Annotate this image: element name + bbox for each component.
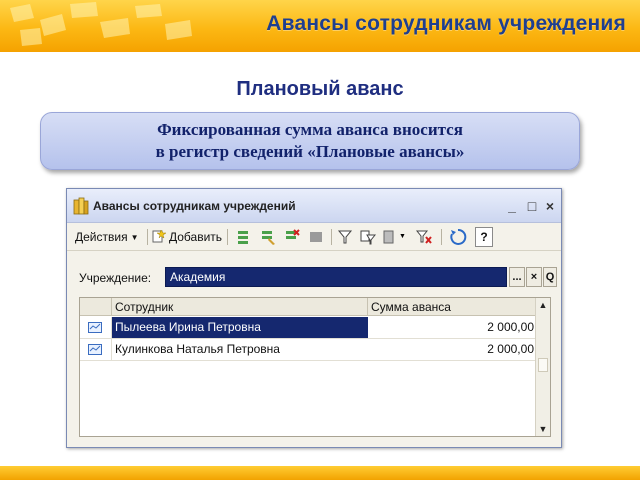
amount-cell: 2 000,00 xyxy=(487,342,534,356)
app-window: Авансы сотрудникам учреждений _ □ × Дейс… xyxy=(66,188,562,448)
toolbar-separator xyxy=(441,229,442,245)
edit-row-icon[interactable] xyxy=(259,228,277,246)
actions-menu-button[interactable]: Действия ▼ xyxy=(75,227,139,247)
toolbar-separator xyxy=(147,229,148,245)
slide: Авансы сотрудникам учреждения Плановый а… xyxy=(0,0,640,480)
vertical-scrollbar[interactable]: ▲ ▼ xyxy=(535,298,550,436)
advances-table: Сотрудник Сумма аванса Пылеева Ирина Пет… xyxy=(79,297,551,437)
actions-label: Действия xyxy=(75,230,128,244)
info-callout: Фиксированная сумма аванса вносится в ре… xyxy=(40,112,580,170)
minimize-button[interactable]: _ xyxy=(503,197,521,215)
institution-field[interactable]: Академия xyxy=(165,267,507,287)
table-row[interactable]: Кулинкова Наталья Петровна 2 000,00 xyxy=(80,339,536,361)
employee-cell: Кулинкова Наталья Петровна xyxy=(115,342,280,356)
page-title: Авансы сотрудникам учреждения xyxy=(266,12,626,35)
scroll-thumb[interactable] xyxy=(538,358,548,372)
dropdown-arrow-icon: ▼ xyxy=(130,232,139,242)
add-label: Добавить xyxy=(169,230,223,244)
toolbar-separator xyxy=(331,229,332,245)
grid-icon[interactable] xyxy=(307,228,325,246)
window-titlebar[interactable]: Авансы сотрудникам учреждений _ □ × xyxy=(67,189,561,223)
section-subtitle: Плановый аванс xyxy=(236,78,404,100)
row-icon-cell xyxy=(80,317,112,338)
search-button[interactable]: Q xyxy=(543,267,557,287)
clear-button[interactable]: × xyxy=(526,267,542,287)
help-button[interactable]: ? xyxy=(475,227,493,247)
select-button[interactable]: ... xyxy=(509,267,525,287)
clear-filter-icon[interactable] xyxy=(415,228,433,246)
record-icon xyxy=(88,322,102,333)
scroll-up-icon[interactable]: ▲ xyxy=(536,298,550,312)
table-header: Сотрудник Сумма аванса xyxy=(80,298,536,316)
add-icon xyxy=(152,229,167,243)
maximize-button[interactable]: □ xyxy=(523,197,541,215)
filter-icon[interactable] xyxy=(337,228,355,246)
copy-row-icon[interactable] xyxy=(235,228,253,246)
institution-label: Учреждение: xyxy=(79,271,152,285)
icon-column-header[interactable] xyxy=(80,298,112,316)
header-band: Авансы сотрудникам учреждения xyxy=(0,0,640,52)
employee-cell: Пылеева Ирина Петровна xyxy=(112,317,368,338)
toolbar-separator xyxy=(227,229,228,245)
close-button[interactable]: × xyxy=(541,197,559,215)
header-decoration xyxy=(10,2,192,46)
toolbar: Действия ▼ Добавить ▼ ? xyxy=(67,223,561,251)
delete-row-icon[interactable] xyxy=(283,228,301,246)
refresh-icon[interactable] xyxy=(449,228,467,246)
sort-icon[interactable] xyxy=(381,228,399,246)
footer-band xyxy=(0,466,640,480)
callout-line-2: в регистр сведений «Плановые авансы» xyxy=(155,142,465,161)
add-button[interactable]: Добавить xyxy=(151,227,222,247)
table-row[interactable]: Пылеева Ирина Петровна 2 000,00 xyxy=(80,317,536,339)
amount-cell: 2 000,00 xyxy=(487,320,534,334)
callout-line-1: Фиксированная сумма аванса вносится xyxy=(157,120,463,139)
filter-settings-icon[interactable] xyxy=(359,228,377,246)
column-header-amount[interactable]: Сумма аванса xyxy=(368,298,536,316)
row-icon-cell xyxy=(80,339,112,360)
window-title: Авансы сотрудникам учреждений xyxy=(93,199,296,213)
scroll-down-icon[interactable]: ▼ xyxy=(536,422,550,436)
column-header-employee[interactable]: Сотрудник xyxy=(112,298,368,316)
record-icon xyxy=(88,344,102,355)
folder-icon xyxy=(73,197,89,215)
